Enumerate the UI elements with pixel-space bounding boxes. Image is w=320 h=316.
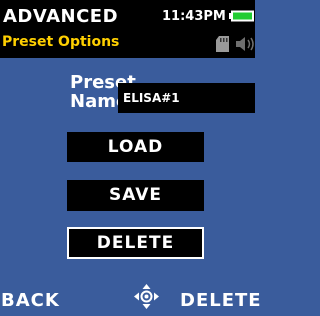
sd-card-icon xyxy=(216,36,229,52)
battery-icon xyxy=(229,10,254,22)
delete-softkey[interactable]: DELETE xyxy=(180,290,262,311)
clock: 11:43PM xyxy=(162,9,226,24)
preset-name-field[interactable]: ELISA#1 xyxy=(118,83,255,113)
preset-label-line1: Preset xyxy=(70,72,136,93)
preset-label-line2: Name xyxy=(70,91,129,112)
delete-button[interactable]: DELETE xyxy=(67,227,204,259)
header-bar: ADVANCED 11:43PM Preset Options xyxy=(0,0,255,58)
save-button[interactable]: SAVE xyxy=(67,180,204,211)
preset-name-label: Preset Name xyxy=(70,72,136,112)
navigation-dpad-icon xyxy=(134,284,159,309)
load-button[interactable]: LOAD xyxy=(67,132,204,162)
speaker-icon xyxy=(236,37,254,51)
screen-subtitle: Preset Options xyxy=(2,34,120,50)
screen-title: ADVANCED xyxy=(3,6,119,27)
back-softkey[interactable]: BACK xyxy=(1,290,60,311)
